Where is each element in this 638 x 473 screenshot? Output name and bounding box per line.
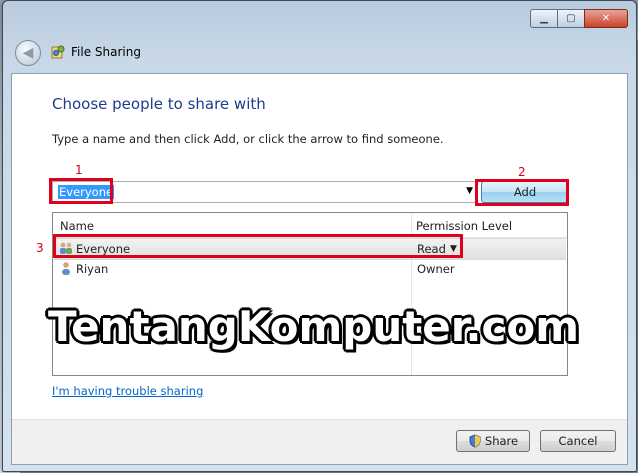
- annotation-box-2: [475, 179, 569, 206]
- back-button[interactable]: ◀: [15, 40, 41, 66]
- window-controls: ▁ ▢ ✕: [530, 9, 628, 28]
- trouble-sharing-link[interactable]: I'm having trouble sharing: [52, 384, 203, 398]
- annotation-number-2: 2: [518, 165, 526, 179]
- dropdown-arrow-icon[interactable]: ▼: [466, 186, 473, 196]
- annotation-box-3: [53, 234, 463, 258]
- shield-icon: [469, 434, 481, 448]
- column-header-permission[interactable]: Permission Level: [416, 219, 512, 233]
- instruction-text: Type a name and then click Add, or click…: [52, 132, 444, 146]
- maximize-button[interactable]: ▢: [557, 9, 584, 28]
- minimize-button[interactable]: ▁: [530, 9, 557, 28]
- annotation-box-1: [49, 178, 113, 204]
- dialog-footer: Share Cancel: [12, 419, 627, 464]
- share-button[interactable]: Share: [456, 430, 530, 452]
- share-button-label: Share: [484, 434, 519, 448]
- close-button[interactable]: ✕: [584, 9, 628, 28]
- user-icon: [62, 262, 70, 275]
- window-title: File Sharing: [71, 45, 141, 59]
- watermark-text: TentangKomputer.com: [48, 302, 579, 351]
- dialog-content: Choose people to share with Type a name …: [11, 73, 628, 465]
- row-permission: Owner: [417, 262, 455, 276]
- back-arrow-icon: ◀: [22, 45, 34, 61]
- file-sharing-icon: [51, 45, 65, 59]
- annotation-number-3: 3: [36, 241, 44, 255]
- page-heading: Choose people to share with: [52, 95, 266, 113]
- cancel-button[interactable]: Cancel: [540, 430, 616, 452]
- name-input[interactable]: Everyone ▼: [52, 181, 476, 203]
- row-name: Riyan: [76, 262, 109, 276]
- column-header-name[interactable]: Name: [60, 219, 94, 233]
- annotation-number-1: 1: [75, 163, 83, 177]
- list-row-riyan[interactable]: Riyan Owner: [54, 259, 566, 279]
